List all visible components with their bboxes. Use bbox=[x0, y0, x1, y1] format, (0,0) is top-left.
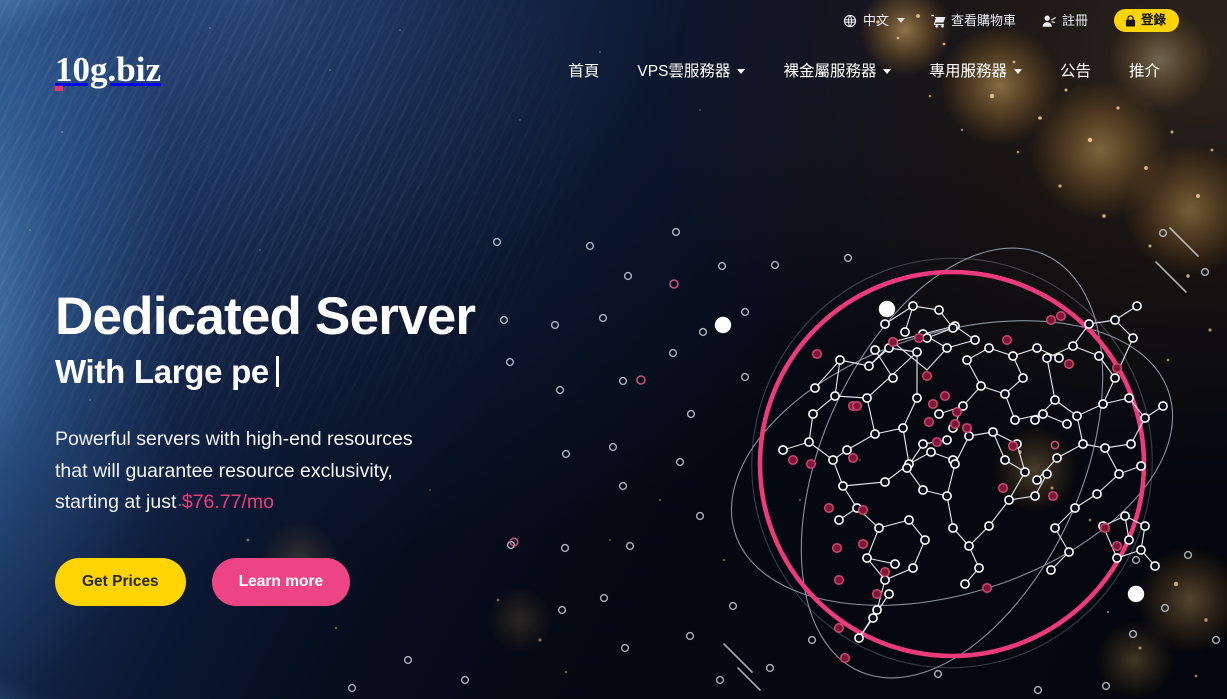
nav-item-dedicated-servers[interactable]: 專用服務器 bbox=[910, 53, 1041, 87]
learn-more-button[interactable]: Learn more bbox=[211, 558, 351, 606]
main-navigation: 首頁 VPS雲服務器 裸金屬服務器 專用服務器 公告 推介 bbox=[549, 53, 1179, 87]
shopping-cart-icon bbox=[931, 13, 946, 28]
chevron-down-icon bbox=[896, 18, 905, 23]
text-cursor bbox=[275, 355, 279, 387]
lock-icon bbox=[1125, 14, 1136, 27]
login-label: 登錄 bbox=[1140, 13, 1166, 28]
utility-topbar: 中文 查看購物車 註冊 登錄 bbox=[48, 0, 1179, 41]
chevron-down-icon bbox=[1013, 68, 1022, 74]
hero-description: Powerful servers with high-end resources… bbox=[55, 424, 475, 520]
nav-label: 裸金屬服務器 bbox=[783, 63, 877, 80]
globe-network-graphic bbox=[714, 228, 1187, 698]
nav-item-announcements[interactable]: 公告 bbox=[1041, 53, 1110, 87]
hero-actions: Get Prices Learn more bbox=[55, 558, 560, 606]
nav-item-vps-cloud-servers[interactable]: VPS雲服務器 bbox=[618, 53, 764, 87]
view-cart-link[interactable]: 查看購物車 bbox=[931, 13, 1016, 28]
globe-icon bbox=[843, 13, 858, 28]
language-label: 中文 bbox=[862, 13, 889, 28]
chevron-down-icon bbox=[883, 68, 892, 74]
hero-stage: 中文 查看購物車 註冊 登錄 10g.biz 首頁 VPS雲服務器 裸金屬服務器… bbox=[0, 0, 1227, 699]
view-cart-label: 查看購物車 bbox=[950, 13, 1016, 28]
site-header: 中文 查看購物車 註冊 登錄 10g.biz 首頁 VPS雲服務器 裸金屬服務器… bbox=[0, 0, 1227, 99]
nav-label: 公告 bbox=[1059, 63, 1091, 80]
nav-label: 推介 bbox=[1128, 63, 1160, 80]
hero-subtitle-text: With Large pe bbox=[55, 352, 269, 390]
nav-item-bare-metal-servers[interactable]: 裸金屬服務器 bbox=[764, 53, 910, 87]
logo-accent-mark bbox=[55, 85, 63, 91]
nav-item-home[interactable]: 首頁 bbox=[549, 53, 618, 87]
hero-subtitle-typewriter: With Large pe bbox=[55, 352, 560, 391]
language-selector[interactable]: 中文 bbox=[843, 13, 905, 28]
site-logo[interactable]: 10g.biz bbox=[55, 49, 161, 91]
user-add-icon bbox=[1042, 13, 1057, 28]
hero-description-line-3: starting at just bbox=[55, 491, 182, 514]
login-button[interactable]: 登錄 bbox=[1113, 9, 1179, 32]
nav-label: VPS雲服務器 bbox=[637, 63, 731, 80]
hero-description-line-2: that will guarantee resource exclusivity… bbox=[55, 459, 393, 482]
nav-item-referral[interactable]: 推介 bbox=[1110, 53, 1179, 87]
primary-nav-row: 10g.biz 首頁 VPS雲服務器 裸金屬服務器 專用服務器 公告 推介 bbox=[48, 41, 1179, 99]
hero-title: Dedicated Server bbox=[55, 287, 476, 346]
register-link[interactable]: 註冊 bbox=[1042, 13, 1088, 28]
logo-text: 10g.biz bbox=[55, 49, 161, 89]
chevron-down-icon bbox=[737, 68, 746, 74]
nav-label: 專用服務器 bbox=[929, 63, 1007, 80]
get-prices-button[interactable]: Get Prices bbox=[55, 558, 186, 606]
hero-description-line-1: Powerful servers with high-end resources bbox=[55, 427, 413, 450]
nav-label: 首頁 bbox=[568, 63, 600, 80]
register-label: 註冊 bbox=[1061, 13, 1088, 28]
hero-price: $76.77/mo bbox=[181, 491, 274, 514]
